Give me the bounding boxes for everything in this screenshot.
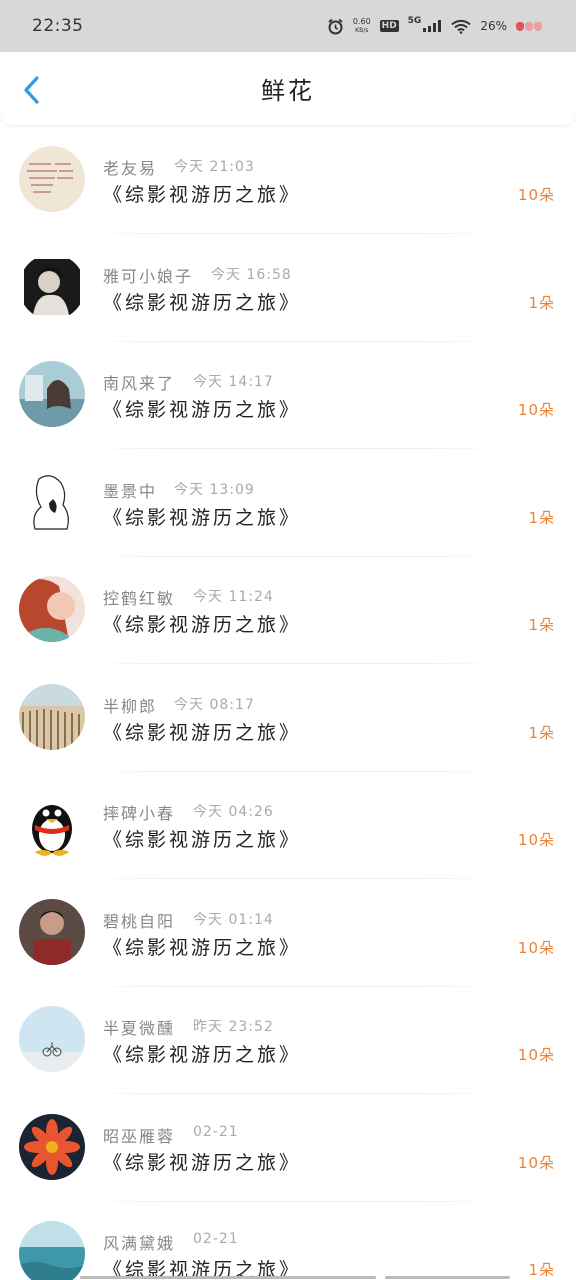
book-title[interactable]: 《综影视游历之旅》 [103,933,301,960]
header-bar: 鲜花 [0,52,576,125]
status-icons: 0.60 KB/s HD 5G 26% [327,16,542,35]
book-title[interactable]: 《综影视游历之旅》 [103,1040,301,1067]
user-avatar[interactable] [19,683,85,750]
network-type-label: 5G [407,16,422,26]
user-name: 控鹤红敏 [103,589,176,608]
battery-percent: 26% [480,19,507,33]
book-title[interactable]: 《综影视游历之旅》 [103,1148,301,1175]
flower-record-item[interactable]: 雅可小娘子 今天 16:58 《综影视游历之旅》 1朵 [0,240,576,348]
chevron-left-icon [24,76,39,104]
user-avatar[interactable] [19,468,85,535]
book-title[interactable]: 《综影视游历之旅》 [103,825,301,852]
record-time: 02-21 [193,1123,239,1140]
flower-count: 1朵 [528,508,555,527]
flower-record-item[interactable]: 南风来了 今天 14:17 《综影视游历之旅》 10朵 [0,347,576,455]
record-time: 今天 13:09 [174,481,255,498]
record-time: 今天 11:24 [193,589,274,605]
horizontal-scrollbar[interactable] [80,1276,510,1280]
alarm-clock-icon [327,18,344,35]
record-time: 今天 01:14 [193,911,274,928]
divider [84,555,504,557]
user-avatar[interactable] [19,253,85,320]
record-time: 昨天 23:52 [193,1019,274,1035]
flower-record-item[interactable]: 摔碑小春 今天 04:26 《综影视游历之旅》 10朵 [0,777,576,885]
book-title[interactable]: 《综影视游历之旅》 [103,718,301,745]
book-title[interactable]: 《综影视游历之旅》 [103,610,301,637]
record-time: 02-21 [193,1231,239,1247]
back-button[interactable] [16,74,46,106]
flower-record-item[interactable]: 碧桃自阳 今天 01:14 《综影视游历之旅》 10朵 [0,885,576,993]
status-time: 22:35 [32,16,84,36]
user-avatar[interactable] [19,146,85,212]
divider [84,1093,504,1094]
network-speed-unit: KB/s [355,27,369,34]
wifi-icon [451,19,472,34]
divider [84,1200,504,1202]
divider [84,233,504,234]
user-name: 半夏微醺 [103,1019,176,1038]
user-name: 墨景中 [103,481,158,501]
flower-count: 10朵 [517,186,555,204]
divider [84,663,504,664]
flower-count: 1朵 [528,616,555,634]
flower-count: 10朵 [517,831,555,849]
user-name: 南风来了 [103,374,176,393]
user-avatar[interactable] [19,898,85,965]
battery-icon [516,21,542,31]
book-title[interactable]: 《综影视游历之旅》 [103,395,301,422]
flower-record-item[interactable]: 昭巫雁蓉 02-21 《综影视游历之旅》 10朵 [0,1100,576,1208]
flower-record-item[interactable]: 风满黛娥 02-21 《综影视游历之旅》 1朵 [0,1207,576,1280]
flower-record-list[interactable]: 老友易 今天 21:03 《综影视游历之旅》 10朵 雅可小娘子 今天 16:5… [0,132,576,1280]
user-name: 风满黛娥 [103,1234,176,1253]
page-title: 鲜花 [261,77,315,105]
divider [84,340,504,342]
hd-badge: HD [379,20,399,32]
flower-record-item[interactable]: 墨景中 今天 13:09 《综影视游历之旅》 1朵 [0,455,576,563]
user-name: 昭巫雁蓉 [103,1126,176,1146]
record-time: 今天 16:58 [211,266,292,283]
divider [84,878,504,879]
user-name: 雅可小娘子 [103,266,194,286]
user-name: 碧桃自阳 [103,911,176,931]
book-title[interactable]: 《综影视游历之旅》 [103,288,301,315]
network-speed: 0.60 KB/s [353,17,371,35]
flower-count: 1朵 [528,1261,555,1279]
user-name: 半柳郎 [103,696,158,716]
record-time: 今天 21:03 [174,159,255,175]
user-name: 摔碑小春 [103,804,176,823]
book-title[interactable]: 《综影视游历之旅》 [103,503,301,530]
book-title[interactable]: 《综影视游历之旅》 [103,180,301,207]
flower-record-item[interactable]: 老友易 今天 21:03 《综影视游历之旅》 10朵 [0,132,576,240]
flower-record-item[interactable]: 控鹤红敏 今天 11:24 《综影视游历之旅》 1朵 [0,562,576,670]
flower-count: 10朵 [517,938,555,957]
flower-record-item[interactable]: 半夏微醺 昨天 23:52 《综影视游历之旅》 10朵 [0,992,576,1100]
flower-count: 1朵 [528,293,555,312]
divider [84,985,504,987]
flower-count: 10朵 [517,1046,555,1064]
status-bar: 22:35 0.60 KB/s HD 5G 26% [0,0,576,52]
record-time: 今天 04:26 [193,804,274,820]
record-time: 今天 14:17 [193,374,274,390]
cellular-signal-icon [422,19,442,33]
user-name: 老友易 [103,159,158,178]
flower-record-item[interactable]: 半柳郎 今天 08:17 《综影视游历之旅》 1朵 [0,670,576,778]
flower-count: 1朵 [528,723,555,742]
user-avatar[interactable] [19,791,85,857]
user-avatar[interactable] [19,1113,85,1180]
user-avatar[interactable] [19,1221,85,1280]
user-avatar[interactable] [19,1006,85,1072]
record-time: 今天 08:17 [174,696,255,713]
network-speed-value: 0.60 [352,17,371,26]
flower-count: 10朵 [517,401,555,419]
divider [84,770,504,772]
flower-count: 10朵 [517,1153,555,1172]
user-avatar[interactable] [19,361,85,427]
user-avatar[interactable] [19,576,85,642]
divider [84,448,504,449]
